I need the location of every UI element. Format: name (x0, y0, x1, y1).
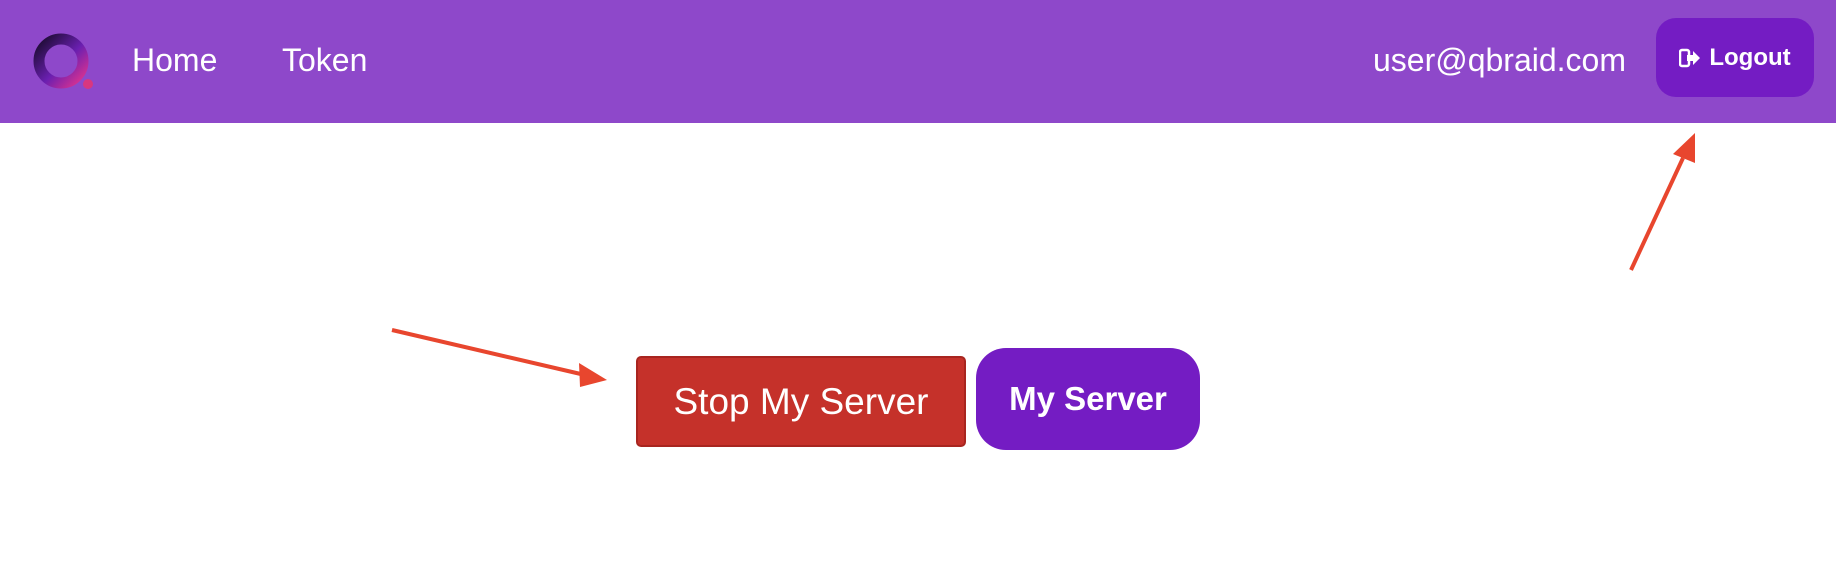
sign-out-icon (1679, 48, 1701, 67)
arrow-to-stop-button (391, 328, 607, 387)
my-server-button[interactable]: My Server (976, 348, 1200, 450)
nav-home-link[interactable]: Home (132, 38, 217, 82)
logout-label: Logout (1709, 43, 1791, 71)
nav-token-link[interactable]: Token (282, 38, 367, 82)
arrow-to-logout-button (1629, 133, 1695, 271)
page: Home Token user@qbraid.com Logout Stop M… (0, 0, 1836, 570)
top-navbar: Home Token user@qbraid.com Logout (0, 0, 1836, 123)
stop-my-server-button[interactable]: Stop My Server (636, 356, 966, 447)
qbraid-logo-icon[interactable] (33, 33, 97, 93)
logout-button[interactable]: Logout (1656, 18, 1814, 97)
user-email: user@qbraid.com (1372, 42, 1626, 78)
